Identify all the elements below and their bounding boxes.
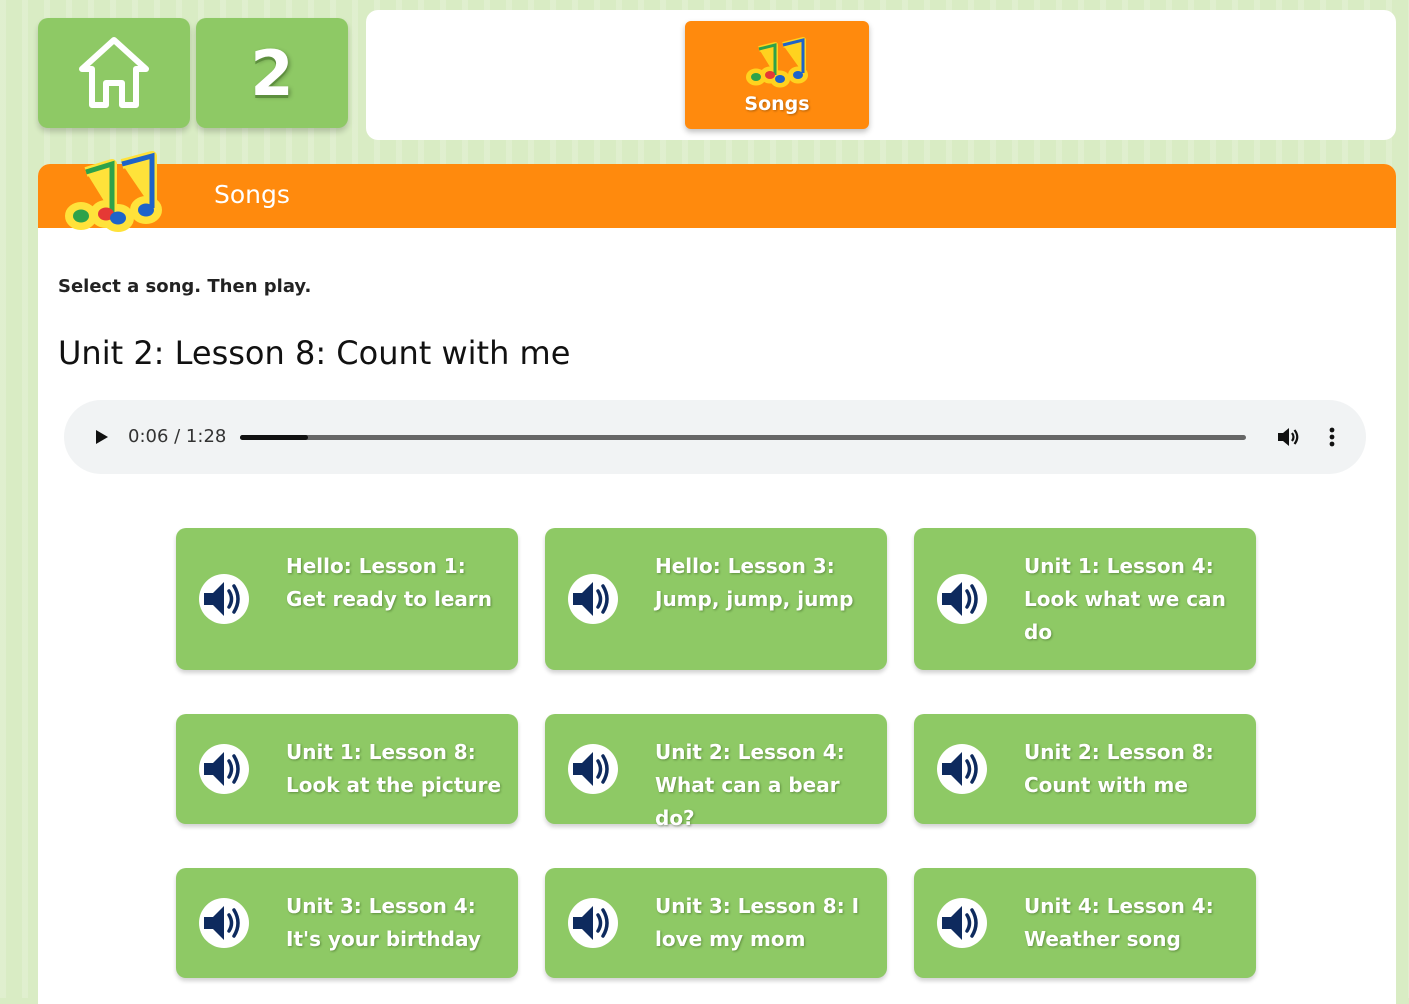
- level-button[interactable]: 2: [196, 18, 348, 128]
- more-vertical-icon[interactable]: [1324, 425, 1340, 449]
- speaker-icon: [198, 897, 250, 953]
- speaker-icon: [936, 897, 988, 953]
- song-card-label: Unit 4: Lesson 4: Weather song: [1024, 894, 1214, 951]
- speaker-icon: [198, 743, 250, 799]
- current-song-title: Unit 2: Lesson 8: Count with me: [58, 334, 571, 372]
- song-card[interactable]: Unit 1: Lesson 4: Look what we can do: [914, 528, 1256, 670]
- speaker-icon: [198, 573, 250, 629]
- progress-fill: [240, 435, 308, 440]
- time-display: 0:06 / 1:28: [128, 426, 227, 447]
- song-card[interactable]: Unit 2: Lesson 4: What can a bear do?: [545, 714, 887, 830]
- song-card-label: Unit 1: Lesson 8: Look at the picture: [286, 740, 502, 797]
- song-card-label: Hello: Lesson 1: Get ready to learn: [286, 554, 493, 611]
- song-card-label: Unit 3: Lesson 4: It's your birthday: [286, 894, 481, 951]
- song-card[interactable]: Hello: Lesson 3: Jump, jump, jump: [545, 528, 887, 670]
- song-card-label: Unit 3: Lesson 8: I love my mom: [655, 894, 860, 951]
- speaker-icon: [567, 743, 619, 799]
- panel-title: Songs: [214, 180, 290, 209]
- speaker-icon: [567, 897, 619, 953]
- volume-icon[interactable]: [1276, 425, 1302, 449]
- song-card[interactable]: Unit 1: Lesson 8: Look at the picture: [176, 714, 518, 824]
- instruction-text: Select a song. Then play.: [58, 276, 312, 297]
- song-card[interactable]: Unit 3: Lesson 4: It's your birthday: [176, 868, 518, 978]
- speaker-icon: [936, 743, 988, 799]
- play-icon[interactable]: [90, 426, 112, 448]
- song-card[interactable]: Hello: Lesson 1: Get ready to learn: [176, 528, 518, 670]
- progress-slider[interactable]: [240, 435, 1246, 440]
- song-card[interactable]: Unit 3: Lesson 8: I love my mom: [545, 868, 887, 978]
- panel-header: Songs: [38, 151, 1396, 232]
- level-number: 2: [250, 36, 294, 110]
- song-card-label: Unit 2: Lesson 4: What can a bear do?: [655, 740, 845, 830]
- songs-nav-label: Songs: [744, 93, 810, 115]
- song-card-label: Unit 2: Lesson 8: Count with me: [1024, 740, 1214, 797]
- top-navigation-bar: [366, 10, 1396, 140]
- audio-player: 0:06 / 1:28: [64, 400, 1366, 474]
- speaker-icon: [936, 573, 988, 629]
- songs-nav-button[interactable]: Songs: [685, 21, 869, 129]
- song-card[interactable]: Unit 4: Lesson 4: Weather song: [914, 868, 1256, 978]
- song-card-label: Hello: Lesson 3: Jump, jump, jump: [655, 554, 854, 611]
- music-notes-icon: [746, 37, 808, 88]
- music-notes-icon: [65, 151, 162, 232]
- song-card[interactable]: Unit 2: Lesson 8: Count with me: [914, 714, 1256, 824]
- speaker-icon: [567, 573, 619, 629]
- home-button[interactable]: [38, 18, 190, 128]
- song-card-label: Unit 1: Lesson 4: Look what we can do: [1024, 554, 1226, 644]
- home-icon: [79, 37, 149, 108]
